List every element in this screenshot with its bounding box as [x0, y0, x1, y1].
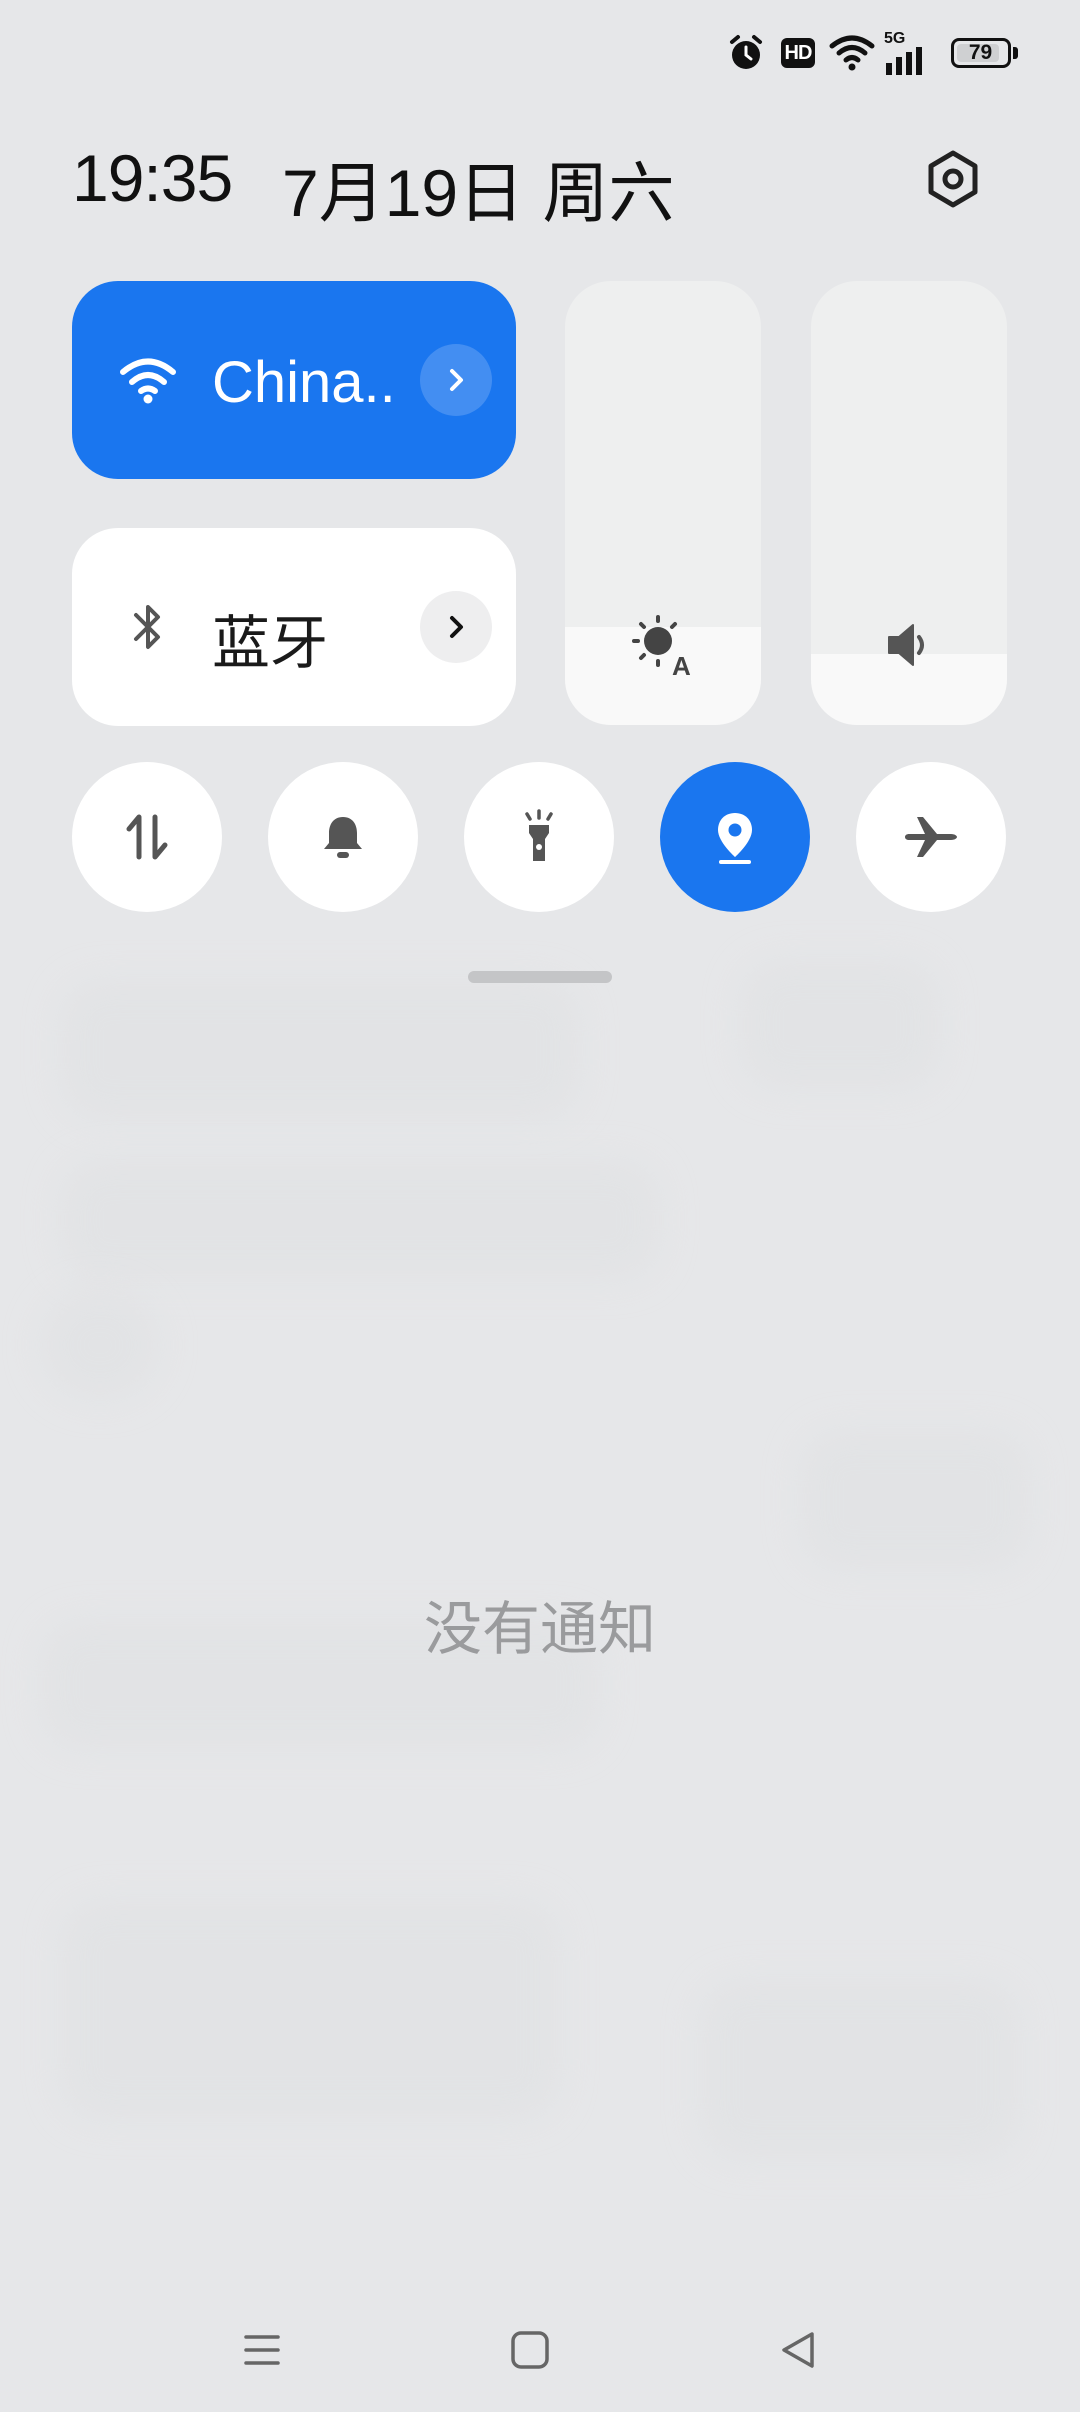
hd-icon: HD	[778, 30, 818, 76]
hd-label: HD	[781, 38, 815, 68]
backdrop-blob	[740, 960, 940, 1090]
back-button[interactable]	[758, 2310, 838, 2390]
backdrop-blob	[700, 1980, 1020, 2160]
flashlight-toggle[interactable]	[464, 762, 614, 912]
wifi-icon	[112, 344, 184, 416]
backdrop-blob	[60, 1160, 660, 1280]
backdrop-blob	[800, 1430, 1030, 1570]
menu-icon	[244, 2335, 280, 2365]
volume-slider[interactable]	[811, 281, 1007, 725]
airplane-mode-toggle[interactable]	[856, 762, 1006, 912]
chevron-right-icon	[450, 369, 463, 391]
bluetooth-label: 蓝牙	[212, 611, 329, 676]
backdrop-blob	[60, 980, 580, 1120]
settings-button[interactable]	[920, 146, 986, 212]
battery-icon: 79	[946, 30, 1022, 76]
wifi-details-button[interactable]	[420, 344, 492, 416]
chevron-right-icon	[450, 616, 463, 638]
date: 7月19日 周六	[282, 156, 675, 230]
clock: 19:35	[72, 141, 233, 215]
network-type-label: 5G	[884, 30, 906, 47]
location-pin-icon	[718, 813, 752, 864]
battery-level: 79	[968, 41, 993, 64]
backdrop-blob	[60, 1900, 560, 2120]
panel-drag-handle[interactable]	[468, 971, 612, 983]
bluetooth-details-button[interactable]	[420, 591, 492, 663]
airplane-icon	[905, 817, 957, 857]
ringer-toggle[interactable]	[268, 762, 418, 912]
bell-icon	[324, 817, 362, 858]
auto-brightness-icon: A	[565, 613, 761, 677]
home-button[interactable]	[490, 2310, 570, 2390]
brightness-slider[interactable]: A	[565, 281, 761, 725]
home-icon	[511, 2331, 549, 2369]
wifi-icon	[826, 30, 878, 76]
flashlight-icon	[525, 809, 553, 861]
back-icon	[782, 2332, 814, 2368]
bluetooth-icon	[112, 591, 184, 663]
data-transfer-icon	[126, 814, 168, 860]
recents-button[interactable]	[222, 2310, 302, 2390]
mobile-data-toggle[interactable]	[72, 762, 222, 912]
backdrop-blob	[40, 1290, 160, 1400]
wifi-tile[interactable]: China..	[72, 281, 516, 479]
location-toggle[interactable]	[660, 762, 810, 912]
alarm-icon	[726, 30, 766, 76]
svg-text:A: A	[672, 651, 691, 677]
speaker-icon	[811, 613, 1007, 677]
bluetooth-tile[interactable]: 蓝牙	[72, 528, 516, 726]
5g-signal-icon: 5G	[884, 30, 932, 76]
wifi-network-label: China..	[212, 350, 396, 415]
gear-icon	[928, 150, 978, 208]
no-notifications-text: 没有通知	[423, 1597, 656, 1662]
status-bar: HD 5G 79	[0, 0, 1080, 110]
